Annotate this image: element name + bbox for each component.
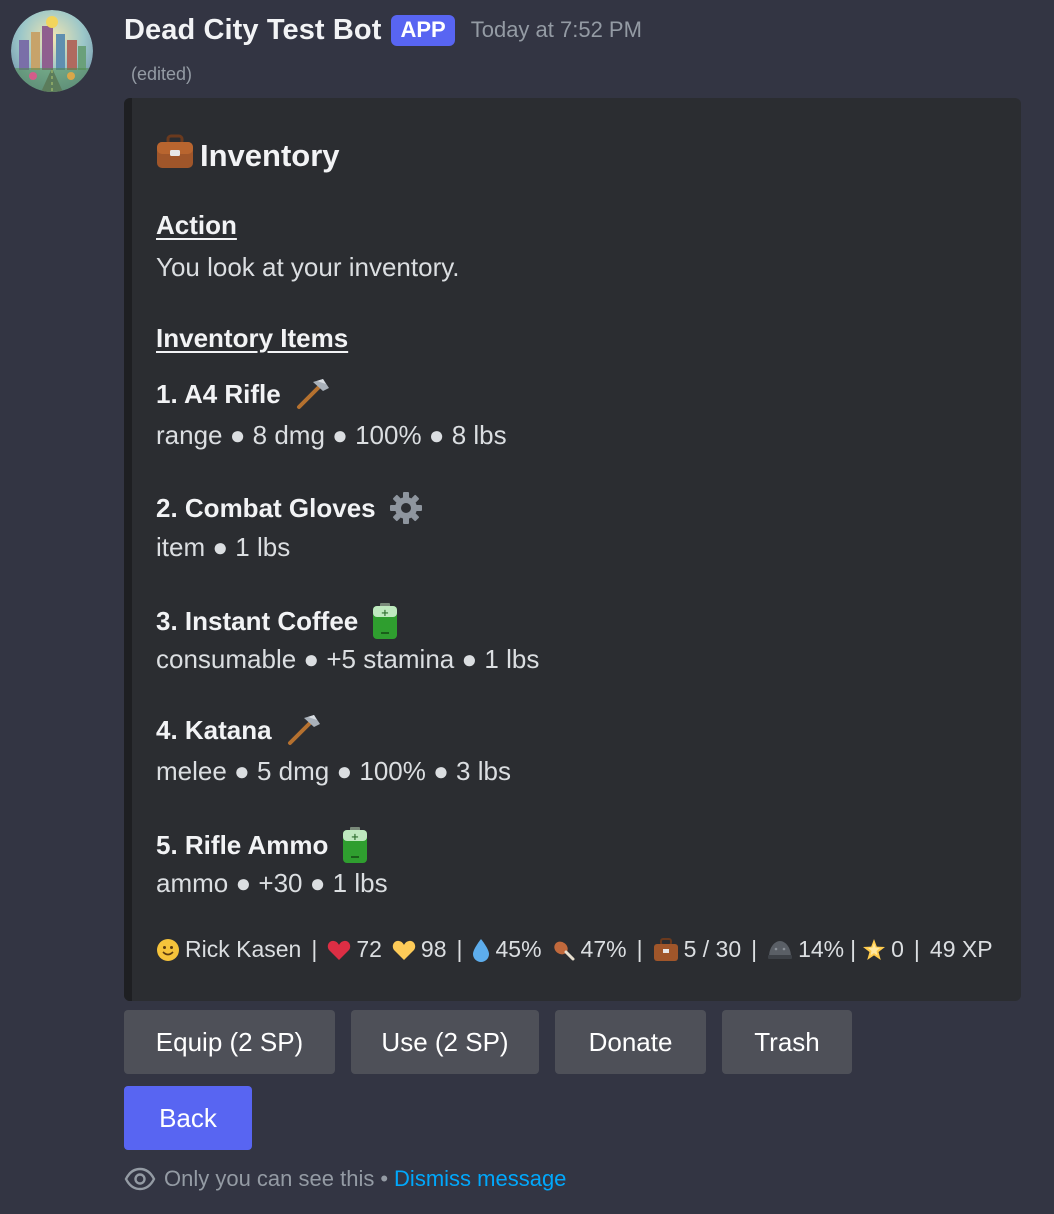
item-name: 3. Instant Coffee	[156, 605, 359, 636]
inventory-item-title: 2. Combat Gloves	[156, 490, 424, 526]
bot-name[interactable]: Dead City Test Bot	[124, 14, 381, 47]
yellow-heart-icon	[392, 939, 416, 961]
action-heading: Action	[156, 210, 237, 240]
ephemeral-dot: •	[380, 1166, 389, 1191]
briefcase-icon	[156, 134, 194, 178]
ephemeral-notice: Only you can see this • Dismiss message	[124, 1166, 566, 1192]
status-footer: Rick Kasen | 72 98 | 45% 47% | 5 / 30 | …	[156, 936, 993, 963]
drumstick-icon	[552, 938, 576, 962]
player-name: Rick Kasen	[185, 936, 302, 962]
items-heading: Inventory Items	[156, 323, 349, 353]
battery-icon: +	[340, 826, 370, 864]
food-value: 47%	[580, 936, 627, 962]
bot-avatar[interactable]	[11, 10, 93, 92]
inventory-item-title: 4. Katana	[156, 714, 322, 746]
item-description: item ● 1 lbs	[156, 532, 291, 562]
eye-icon	[124, 1167, 156, 1191]
embed-title-text: Inventory	[200, 138, 340, 173]
smile-icon	[156, 938, 180, 962]
briefcase-icon	[653, 937, 679, 962]
axe-icon	[293, 378, 331, 410]
item-name: 4. Katana	[156, 714, 272, 745]
inventory-item-title: 5. Rifle Ammo +	[156, 826, 370, 864]
item-description: consumable ● +5 stamina ● 1 lbs	[156, 644, 540, 674]
back-button[interactable]: Back	[124, 1086, 252, 1150]
stars-value: 0	[891, 936, 904, 962]
item-name: 5. Rifle Ammo	[156, 829, 329, 860]
item-description: ammo ● +30 ● 1 lbs	[156, 868, 388, 898]
separator: |	[913, 936, 920, 962]
item-name: 2. Combat Gloves	[156, 492, 376, 523]
trash-button[interactable]: Trash	[722, 1010, 852, 1074]
action-text: You look at your inventory.	[156, 252, 460, 282]
donate-button[interactable]: Donate	[555, 1010, 706, 1074]
helmet-icon	[767, 939, 793, 961]
bot-message: Dead City Test Bot APP Today at 7:52 PM …	[0, 0, 1054, 1214]
item-description: melee ● 5 dmg ● 100% ● 3 lbs	[156, 756, 511, 786]
separator: |	[636, 936, 643, 962]
star-icon	[862, 938, 886, 962]
separator: |	[311, 936, 318, 962]
ephemeral-text: Only you can see this	[164, 1166, 375, 1191]
gear-icon	[388, 490, 424, 526]
axe-icon	[284, 714, 322, 746]
separator: |	[751, 936, 758, 962]
edited-label: (edited)	[131, 64, 193, 84]
battery-icon: +	[370, 602, 400, 640]
message-header: Dead City Test Bot APP Today at 7:52 PM	[124, 10, 642, 50]
xp-value: 49 XP	[929, 936, 993, 962]
water-drop-icon	[472, 938, 490, 962]
inventory-item-title: 1. A4 Rifle	[156, 378, 331, 410]
item-name: 1. A4 Rifle	[156, 378, 281, 409]
inventory-item-title: 3. Instant Coffee +	[156, 602, 400, 640]
embed-accent-bar	[124, 98, 132, 1001]
red-heart-icon	[327, 939, 351, 961]
water-value: 45%	[495, 936, 542, 962]
timestamp[interactable]: Today at 7:52 PM	[471, 17, 642, 43]
app-badge: APP	[391, 14, 455, 46]
capacity-value: 5 / 30	[683, 936, 742, 962]
svg-text:+: +	[351, 832, 359, 843]
svg-text:+: +	[381, 608, 389, 619]
use-button[interactable]: Use (2 SP)	[351, 1010, 539, 1074]
inventory-embed: Inventory Action You look at your invent…	[124, 98, 1021, 1001]
separator: |	[850, 936, 857, 962]
gold-heart-value: 98	[420, 936, 447, 962]
health-value: 72	[356, 936, 382, 962]
dismiss-message-link[interactable]: Dismiss message	[394, 1166, 566, 1192]
separator: |	[456, 936, 463, 962]
armor-value: 14%	[798, 936, 845, 962]
embed-title: Inventory	[156, 134, 340, 178]
equip-button[interactable]: Equip (2 SP)	[124, 1010, 335, 1074]
item-description: range ● 8 dmg ● 100% ● 8 lbs	[156, 420, 507, 450]
